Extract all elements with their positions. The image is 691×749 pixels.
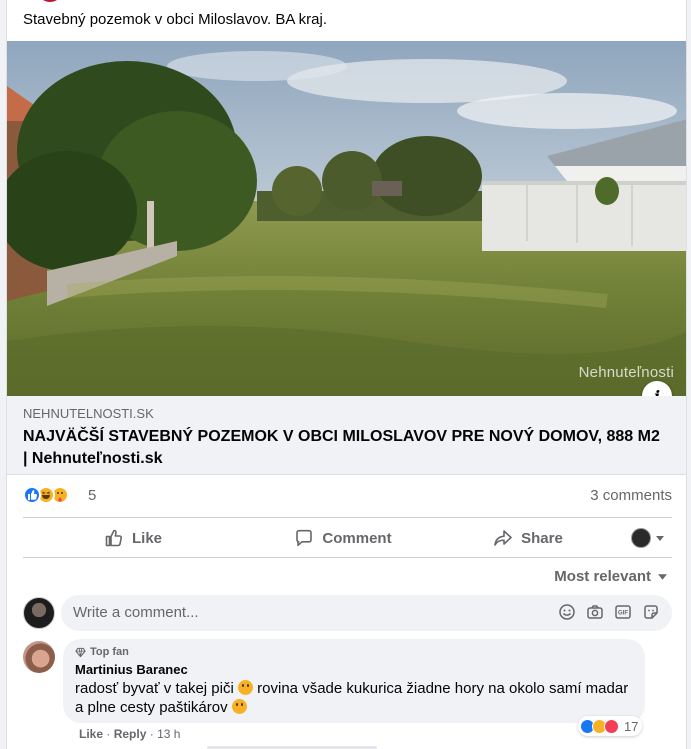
emoji-icon[interactable] — [558, 603, 576, 621]
comment-timestamp[interactable]: 13 h — [157, 727, 180, 741]
thumbs-up-icon — [105, 529, 123, 547]
comment-input[interactable]: Write a comment... GIF — [61, 595, 672, 631]
like-button[interactable]: Like — [23, 518, 243, 558]
comment-like-button[interactable]: Like — [79, 727, 103, 741]
comment-author[interactable]: Martinius Baranec — [75, 662, 188, 677]
like-label: Like — [131, 529, 162, 547]
react-as-selector[interactable] — [624, 518, 672, 558]
comment-composer: Write a comment... GIF — [23, 595, 672, 631]
caret-down-icon — [656, 536, 664, 541]
reaction-count[interactable]: 5 — [88, 487, 96, 504]
gif-icon[interactable]: GIF — [614, 603, 632, 621]
camera-icon[interactable] — [586, 603, 604, 621]
avatar[interactable] — [23, 641, 55, 673]
link-title[interactable]: NAJVÄČŠÍ STAVEBNÝ POZEMOK V OBCI MILOSLA… — [23, 426, 663, 470]
comment-reaction-count: 17 — [624, 718, 639, 734]
action-bar: Like Comment Share — [23, 518, 672, 558]
landscape-photo — [7, 41, 686, 396]
post-card: Stavebný pozemok v obci Miloslavov. BA k… — [6, 0, 687, 749]
grinning-emoji-icon — [231, 699, 247, 714]
comment-label: Comment — [322, 529, 392, 547]
svg-text:GIF: GIF — [618, 611, 628, 617]
comment-bubble: Top fan Martinius Baranec radosť byvať v… — [63, 639, 645, 723]
separator: · — [106, 727, 114, 741]
reactions-summary: 5 3 comments — [23, 485, 672, 507]
caret-down-icon — [658, 574, 667, 580]
share-label: Share — [521, 529, 563, 547]
comment-actions: Like · Reply · 13 h — [79, 727, 180, 741]
sticker-icon[interactable] — [642, 603, 660, 621]
link-domain: NEHNUTELNOSTI.SK — [23, 406, 154, 421]
comment-sort-label: Most relevant — [554, 568, 651, 585]
comment-input-placeholder: Write a comment... — [73, 604, 199, 621]
post-image[interactable]: Nehnuteľnosti i — [7, 41, 686, 396]
comment-button[interactable]: Comment — [233, 518, 453, 558]
composer-icons: GIF — [558, 603, 660, 621]
like-icon — [23, 486, 41, 504]
diamond-icon — [75, 647, 86, 657]
grinning-emoji-icon — [238, 680, 253, 695]
divider — [23, 557, 672, 558]
separator: · — [149, 727, 158, 741]
share-button[interactable]: Share — [453, 518, 603, 558]
comment-reactions[interactable]: 17 — [578, 716, 643, 736]
top-fan-label: Top fan — [90, 646, 129, 658]
comment-reply-button[interactable]: Reply — [114, 727, 147, 741]
avatar[interactable] — [23, 597, 55, 629]
comment-icon — [296, 529, 313, 547]
comment-text: radosť byvať v takej piči rovina všade k… — [75, 679, 637, 717]
link-preview[interactable]: NEHNUTELNOSTI.SK NAJVÄČŠÍ STAVEBNÝ POZEM… — [7, 396, 686, 475]
comment-sort-dropdown[interactable]: Most relevant — [554, 568, 668, 585]
post-text: Stavebný pozemok v obci Miloslavov. BA k… — [23, 11, 328, 28]
comments-count[interactable]: 3 comments — [590, 487, 672, 504]
image-watermark: Nehnuteľnosti — [578, 364, 674, 381]
share-icon — [494, 530, 512, 546]
top-fan-badge: Top fan — [75, 646, 129, 658]
avatar — [631, 528, 651, 548]
love-icon — [604, 718, 619, 734]
comment-text-part: radosť byvať v takej piči — [75, 680, 234, 697]
page-avatar[interactable] — [37, 0, 63, 2]
